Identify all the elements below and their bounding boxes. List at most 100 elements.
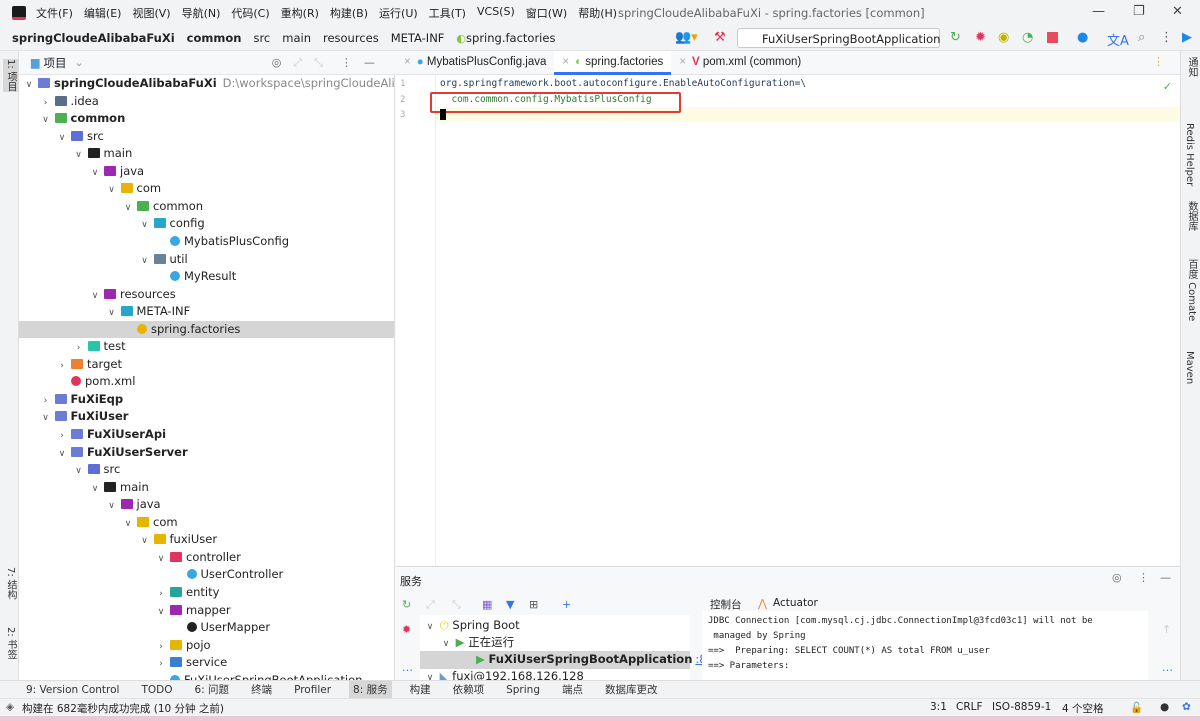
menu-item[interactable]: 构建(B)	[330, 5, 368, 21]
breadcrumb-item[interactable]: spring.factories	[466, 31, 555, 45]
group-icon[interactable]: ▦	[482, 598, 492, 611]
breadcrumb-item[interactable]: springCloudeAlibabaFuXi	[12, 31, 175, 45]
tree-item-spring-boot[interactable]: ∨ ⏻ Spring Boot	[420, 617, 690, 635]
expand-all-icon[interactable]: ⤢	[293, 56, 302, 70]
collapse-all-icon[interactable]: ⤡	[314, 56, 323, 70]
options-icon[interactable]: ⋮	[1138, 571, 1149, 584]
tree-item[interactable]: › FuXiUserApi	[19, 426, 394, 444]
menu-item[interactable]: 文件(F)	[36, 5, 73, 21]
tree-item[interactable]: ∨ common	[19, 110, 394, 128]
menu-item[interactable]: VCS(S)	[477, 5, 515, 21]
tree-item[interactable]: ∨ common	[19, 198, 394, 216]
menu-item[interactable]: 重构(R)	[281, 5, 319, 21]
tree-item[interactable]: UserController	[19, 566, 394, 584]
breadcrumb-item[interactable]: src	[253, 31, 270, 45]
close-icon[interactable]: ×	[679, 56, 686, 68]
tree-item[interactable]: spring.factories	[19, 320, 394, 339]
tree-item[interactable]: ∨ resources	[19, 286, 394, 304]
refresh-icon[interactable]: ↻	[402, 598, 411, 611]
close-icon[interactable]: ×	[404, 56, 411, 68]
run-config-select[interactable]: FuXiUserSpringBootApplication▾	[737, 28, 940, 60]
tool-bookmarks[interactable]: 2: 书签	[3, 627, 18, 660]
menu-item[interactable]: 编辑(E)	[84, 5, 122, 21]
tree-item[interactable]: ∨ fuxiUser	[19, 531, 394, 549]
tree-item[interactable]: ∨ src	[19, 461, 394, 479]
tree-item[interactable]: UserMapper	[19, 619, 394, 637]
tree-item[interactable]: ∨ FuXiUserServer	[19, 444, 394, 462]
tree-item[interactable]: ∨ FuXiUser	[19, 408, 394, 426]
tree-item[interactable]: FuXiUserSpringBootApplication	[19, 672, 394, 680]
breadcrumb-item[interactable]: main	[282, 31, 311, 45]
breadcrumb-item[interactable]: resources	[323, 31, 379, 45]
caret-position[interactable]: 3:1	[930, 701, 947, 713]
indent-setting[interactable]: 4 个空格	[1062, 701, 1104, 716]
more-icon[interactable]: ⋮	[1160, 30, 1173, 45]
tree-item[interactable]: MybatisPlusConfig	[19, 233, 394, 251]
project-panel-title[interactable]: 项目	[43, 55, 66, 71]
tree-item[interactable]: pom.xml	[19, 373, 394, 391]
collapse-all-icon[interactable]: ⤡	[452, 598, 461, 612]
tool-window-button[interactable]: 依赖项	[449, 681, 489, 699]
code-editor[interactable]: 1 2 3 org.springframework.boot.autoconfi…	[396, 75, 1180, 565]
locate-icon[interactable]: ◎	[1112, 571, 1122, 584]
build-hammer-icon[interactable]: ⚒	[714, 30, 726, 45]
comate-icon[interactable]: ●	[1077, 30, 1088, 45]
tree-item[interactable]: ∨ java	[19, 496, 394, 514]
profile-icon[interactable]: ◔	[1022, 30, 1033, 45]
breadcrumb-item[interactable]: META-INF	[391, 31, 445, 45]
menu-item[interactable]: 帮助(H)	[578, 5, 617, 21]
tab-mybatisplusconfig[interactable]: × ● MybatisPlusConfig.java	[396, 51, 554, 75]
minimize-button[interactable]: —	[1092, 4, 1105, 19]
tree-item[interactable]: ∨ mapper	[19, 602, 394, 620]
tree-item[interactable]: ∨ java	[19, 163, 394, 181]
close-icon[interactable]: ×	[562, 56, 569, 68]
tool-window-button[interactable]: 数据库更改	[601, 681, 662, 699]
restore-button[interactable]: ❐	[1133, 4, 1145, 19]
hide-icon[interactable]: —	[364, 56, 375, 69]
tree-item[interactable]: › pojo	[19, 637, 394, 655]
tool-window-button[interactable]: 端点	[558, 681, 587, 699]
tab-pom-xml[interactable]: × V pom.xml (common)	[671, 51, 809, 75]
tree-item[interactable]: ∨ META-INF	[19, 303, 394, 321]
rerun-icon[interactable]: ↻	[950, 30, 961, 45]
tool-window-button[interactable]: 6: 问题	[191, 681, 234, 699]
lock-icon[interactable]: 🔓	[1130, 701, 1143, 714]
stop-icon[interactable]	[1047, 32, 1058, 43]
tab-spring-factories[interactable]: × ◐ spring.factories	[554, 51, 672, 75]
tree-item[interactable]: › entity	[19, 584, 394, 602]
tree-item[interactable]: ∨ springCloudeAlibabaFuXi D:\workspace\spr…	[19, 75, 394, 93]
tool-database[interactable]: 数据库	[1184, 201, 1199, 231]
tool-comate[interactable]: 百度 Comate	[1184, 259, 1199, 321]
tree-item[interactable]: ∨ controller	[19, 549, 394, 567]
breadcrumb-item[interactable]: common	[187, 31, 242, 45]
chevron-down-icon[interactable]: ⌄	[74, 56, 83, 69]
tree-item[interactable]: ∨ main	[19, 479, 394, 497]
tool-project[interactable]: 1: 项目	[3, 59, 18, 92]
tree-item[interactable]: › .idea	[19, 93, 394, 111]
status-message[interactable]: 构建在 682毫秒内成功完成 (10 分钟 之前)	[22, 701, 224, 716]
scroll-up-icon[interactable]: ↑	[1162, 623, 1171, 636]
tree-item[interactable]: › FuXiEqp	[19, 391, 394, 409]
tree-item[interactable]: ∨ com	[19, 514, 394, 532]
translate-icon[interactable]: 文A	[1107, 30, 1129, 49]
menu-item[interactable]: 工具(T)	[429, 5, 466, 21]
filter-icon[interactable]: ▼	[506, 598, 514, 611]
menu-item[interactable]: 导航(N)	[182, 5, 221, 21]
plugin-icon[interactable]: ▶	[1182, 30, 1192, 45]
more-icon[interactable]: …	[402, 661, 413, 674]
debug-icon[interactable]: ✹	[975, 30, 986, 45]
menu-item[interactable]: 代码(C)	[231, 5, 269, 21]
more-icon[interactable]: …	[1162, 661, 1173, 674]
tree-item[interactable]: ∨ com	[19, 180, 394, 198]
file-encoding[interactable]: ISO-8859-1	[992, 701, 1051, 713]
menu-item[interactable]: 运行(U)	[379, 5, 418, 21]
debug-icon[interactable]: ✹	[402, 623, 411, 636]
tab-options-icon[interactable]: ⋮	[1153, 55, 1164, 68]
tree-item[interactable]: ∨ src	[19, 128, 394, 146]
console-output[interactable]: JDBC Connection [com.mysql.cj.jdbc.Conne…	[702, 611, 1148, 681]
tree-item[interactable]: › test	[19, 338, 394, 356]
tab-actuator[interactable]: Actuator	[773, 597, 818, 609]
tool-window-button[interactable]: Profiler	[290, 681, 335, 699]
tree-item[interactable]: › service	[19, 654, 394, 672]
close-button[interactable]: ✕	[1172, 4, 1183, 19]
